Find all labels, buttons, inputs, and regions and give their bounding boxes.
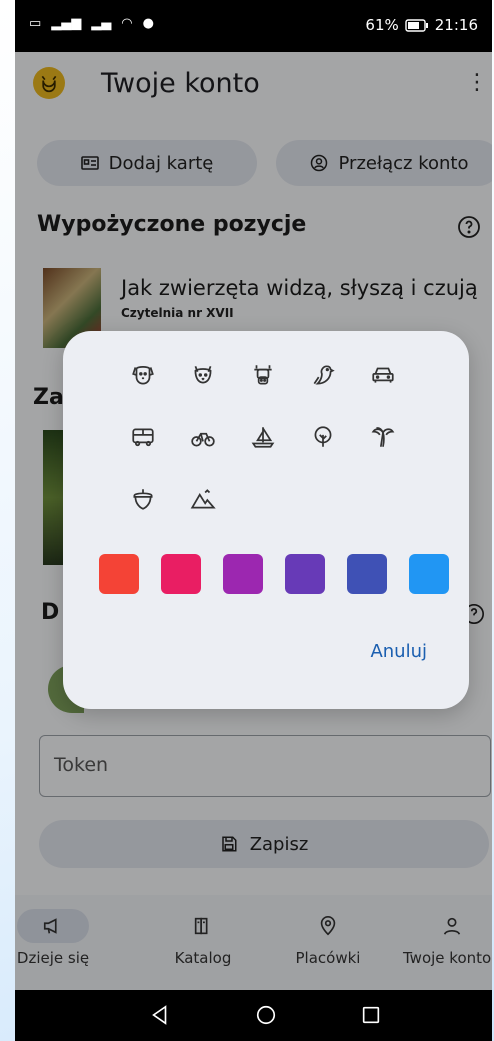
acorn-icon[interactable]: [123, 479, 163, 519]
home-icon[interactable]: [255, 1004, 277, 1026]
signal-icon: ▂▄▆: [51, 16, 82, 31]
status-right: 61% 21:16: [365, 16, 478, 34]
dog-icon[interactable]: [123, 355, 163, 395]
avatar-picker-dialog: Anuluj: [63, 331, 469, 709]
car-icon[interactable]: [363, 355, 403, 395]
signal-roaming-icon: ▂▄: [91, 16, 112, 31]
color-swatch-red[interactable]: [99, 554, 139, 594]
sailboat-icon[interactable]: [243, 417, 283, 457]
messenger-icon: ●: [142, 16, 154, 31]
color-swatch-indigo[interactable]: [347, 554, 387, 594]
clock: 21:16: [434, 16, 478, 34]
color-swatch-deep-purple[interactable]: [285, 554, 325, 594]
tree-icon[interactable]: [303, 417, 343, 457]
battery-icon: [405, 18, 429, 32]
color-swatch-blue[interactable]: [409, 554, 449, 594]
wifi-icon: ◠: [121, 16, 133, 31]
cat-icon[interactable]: [183, 355, 223, 395]
bird-icon[interactable]: [303, 355, 343, 395]
cow-icon[interactable]: [243, 355, 283, 395]
back-icon[interactable]: [149, 1004, 171, 1026]
system-navigation-bar: [15, 990, 492, 1041]
phone-screen: ▭ ▂▄▆ ▂▄ ◠ ● 61% 21:16 Twoje konto ⋮ Dod…: [15, 0, 492, 1041]
color-swatch-pink[interactable]: [161, 554, 201, 594]
volte-icon: ▭: [29, 16, 42, 31]
palm-tree-icon[interactable]: [363, 417, 403, 457]
battery-percent: 61%: [365, 16, 399, 34]
bus-icon[interactable]: [123, 417, 163, 457]
mountains-icon[interactable]: [183, 479, 223, 519]
status-left: ▭ ▂▄▆ ▂▄ ◠ ●: [29, 16, 154, 31]
bicycle-icon[interactable]: [183, 417, 223, 457]
cancel-button[interactable]: Anuluj: [370, 641, 427, 662]
status-bar: ▭ ▂▄▆ ▂▄ ◠ ● 61% 21:16: [15, 0, 492, 52]
recents-icon[interactable]: [360, 1004, 382, 1026]
color-swatch-purple[interactable]: [223, 554, 263, 594]
